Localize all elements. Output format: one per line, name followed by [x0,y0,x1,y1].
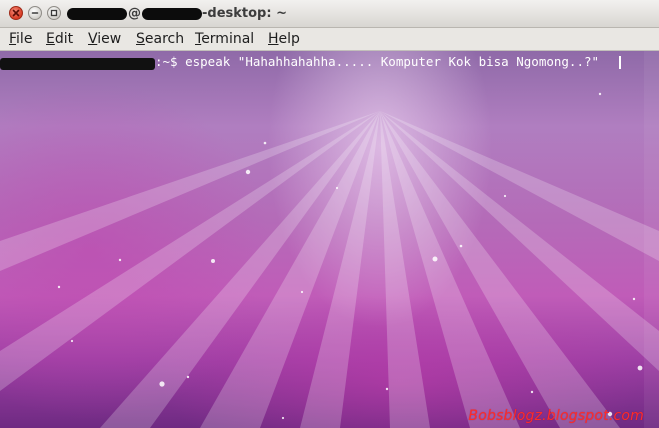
menu-file-mnemonic: F [9,31,17,47]
minimize-window-button[interactable] [28,6,42,20]
menu-terminal[interactable]: Terminal [195,30,254,48]
terminal-area[interactable]: :~$ espeak "Hahahhahahha..... Komputer K… [0,51,659,428]
background-wallpaper [0,92,659,428]
menu-file-label: ile [16,31,33,47]
title-at: @ [128,6,141,21]
title-suffix: -desktop: ~ [202,6,287,21]
menu-edit-mnemonic: E [46,31,55,47]
menu-search[interactable]: Search [136,30,184,48]
terminal-scrollbar[interactable] [644,51,659,428]
menu-bar: File Edit View Search Terminal Help [0,28,659,51]
menu-help-label: elp [278,31,300,47]
close-icon [12,9,20,17]
menu-view-label: iew [97,31,122,47]
title-bar[interactable]: @ -desktop: ~ [0,0,659,28]
menu-search-label: earch [144,31,185,47]
redacted-hostname [142,8,202,20]
window-title: @ -desktop: ~ [67,5,287,22]
maximize-icon [50,9,58,17]
terminal-prompt-line: :~$ espeak "Hahahhahahha..... Komputer K… [0,54,599,70]
menu-terminal-label: erminal [201,31,255,47]
redacted-username [67,8,127,20]
close-window-button[interactable] [9,6,23,20]
menu-help-mnemonic: H [268,31,279,47]
minimize-icon [31,12,39,14]
menu-search-mnemonic: S [136,31,145,47]
menu-view-mnemonic: V [88,31,98,47]
menu-file[interactable]: File [9,30,32,48]
menu-help[interactable]: Help [268,30,300,48]
terminal-window: @ -desktop: ~ File Edit View Search Termi… [0,0,659,428]
menu-edit[interactable]: Edit [46,30,73,48]
prompt-suffix: :~$ [155,54,186,69]
watermark-text: Bobsblogz.blogspot.com [468,408,644,424]
terminal-command-text: :~$ espeak "Hahahhahahha..... Komputer K… [155,54,599,70]
menu-view[interactable]: View [88,30,121,48]
redacted-prompt-user-host [0,58,155,70]
maximize-window-button[interactable] [47,6,61,20]
menu-edit-label: dit [54,31,74,47]
typed-command: espeak "Hahahhahahha..... Komputer Kok b… [185,54,600,69]
text-cursor [619,56,621,69]
